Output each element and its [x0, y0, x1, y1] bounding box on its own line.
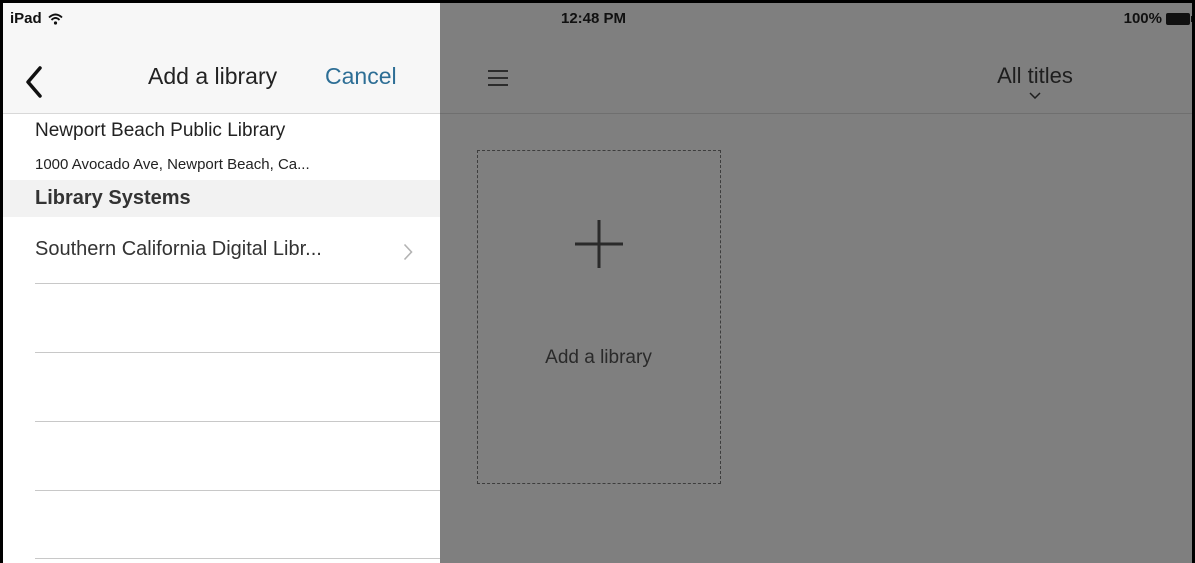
battery-icon — [1166, 12, 1192, 25]
library-system-row[interactable]: Southern California Digital Libr... — [3, 217, 440, 283]
app-window: iPad 12:48 PM 100% All titles Add a libr… — [0, 0, 1195, 563]
add-library-card[interactable]: Add a library — [477, 150, 721, 484]
section-header: Library Systems — [3, 180, 440, 217]
cancel-button[interactable]: Cancel — [325, 63, 397, 90]
add-library-panel: Add a library Cancel Newport Beach Publi… — [3, 3, 440, 563]
row-divider — [35, 490, 440, 491]
chevron-down-icon — [1029, 92, 1041, 99]
library-row[interactable]: Newport Beach Public Library 1000 Avocad… — [3, 114, 440, 180]
chevron-right-icon — [403, 243, 413, 261]
add-library-card-label: Add a library — [545, 347, 652, 368]
wifi-icon — [48, 13, 63, 25]
row-divider — [35, 283, 440, 284]
status-right: 100% — [1123, 10, 1192, 27]
library-name: Newport Beach Public Library — [35, 120, 286, 141]
back-chevron-icon[interactable] — [25, 65, 43, 99]
plus-icon — [575, 220, 623, 268]
status-bar: iPad 12:48 PM 100% — [3, 3, 1192, 35]
view-picker[interactable]: All titles — [985, 63, 1085, 99]
row-divider — [35, 352, 440, 353]
battery-percent: 100% — [1123, 10, 1162, 27]
status-left: iPad — [10, 10, 63, 27]
device-label: iPad — [10, 10, 42, 27]
library-system-name: Southern California Digital Libr... — [35, 238, 322, 260]
panel-title: Add a library — [148, 63, 278, 89]
clock: 12:48 PM — [561, 10, 627, 27]
row-divider — [35, 421, 440, 422]
main-content: All titles Add a library — [440, 3, 1192, 563]
section-title: Library Systems — [35, 187, 191, 209]
row-divider — [35, 558, 440, 559]
library-address: 1000 Avocado Ave, Newport Beach, Ca... — [35, 156, 310, 173]
menu-icon[interactable] — [488, 70, 508, 87]
view-title: All titles — [997, 63, 1073, 88]
